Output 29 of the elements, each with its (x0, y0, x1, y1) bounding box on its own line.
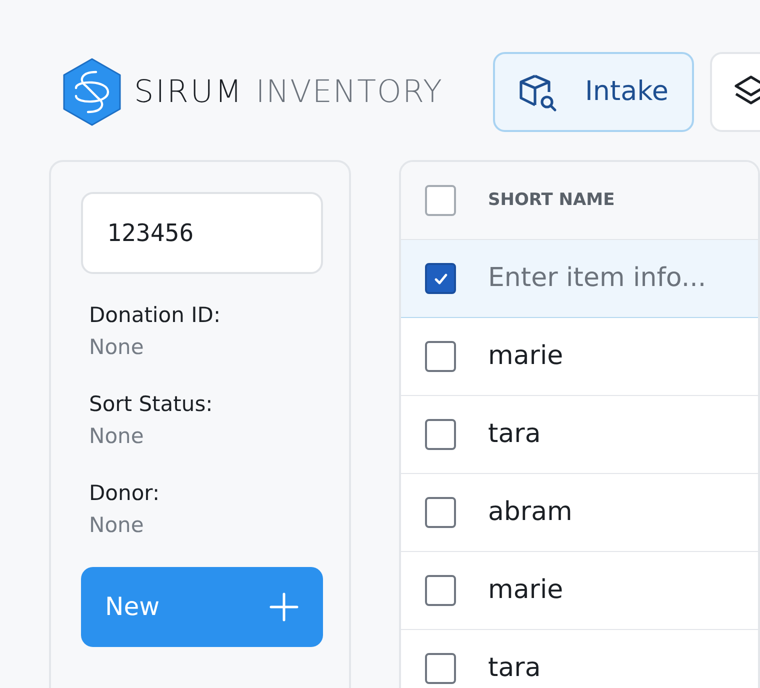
column-header: SHORT NAME (488, 188, 615, 212)
table-cell-text: marie (488, 340, 564, 373)
box-search-icon (516, 72, 557, 112)
checkbox[interactable] (425, 185, 456, 216)
item-input-field[interactable]: Enter item info... (488, 259, 758, 298)
checkbox[interactable] (425, 341, 456, 372)
nav-tab[interactable]: Intake (492, 52, 694, 132)
field-label: Sort Status: (89, 391, 214, 418)
entry-row[interactable]: Enter item info... (401, 240, 758, 318)
checkbox[interactable] (425, 419, 456, 450)
field-label: Donor: (89, 480, 161, 507)
brand-name: SIRUM (134, 72, 244, 112)
product-name: INVENTORY (256, 72, 443, 112)
plus-icon (269, 592, 299, 622)
field-value: None (89, 512, 145, 538)
table-cell-text: tara (488, 418, 541, 451)
table-cell-text: tara (488, 652, 541, 685)
checkbox[interactable] (425, 575, 456, 606)
checkbox[interactable] (425, 497, 456, 528)
checkbox[interactable] (425, 653, 456, 684)
table-cell-text: marie (488, 574, 564, 607)
field-label: Donation ID: (89, 302, 222, 329)
field-value: None (89, 334, 145, 360)
checkbox[interactable] (425, 263, 456, 294)
search-field[interactable]: 123456 (81, 192, 323, 274)
field-value: None (89, 422, 145, 450)
table-cell-text: abram (488, 496, 572, 529)
logo-icon (62, 58, 122, 126)
checkmark-icon (434, 272, 448, 286)
